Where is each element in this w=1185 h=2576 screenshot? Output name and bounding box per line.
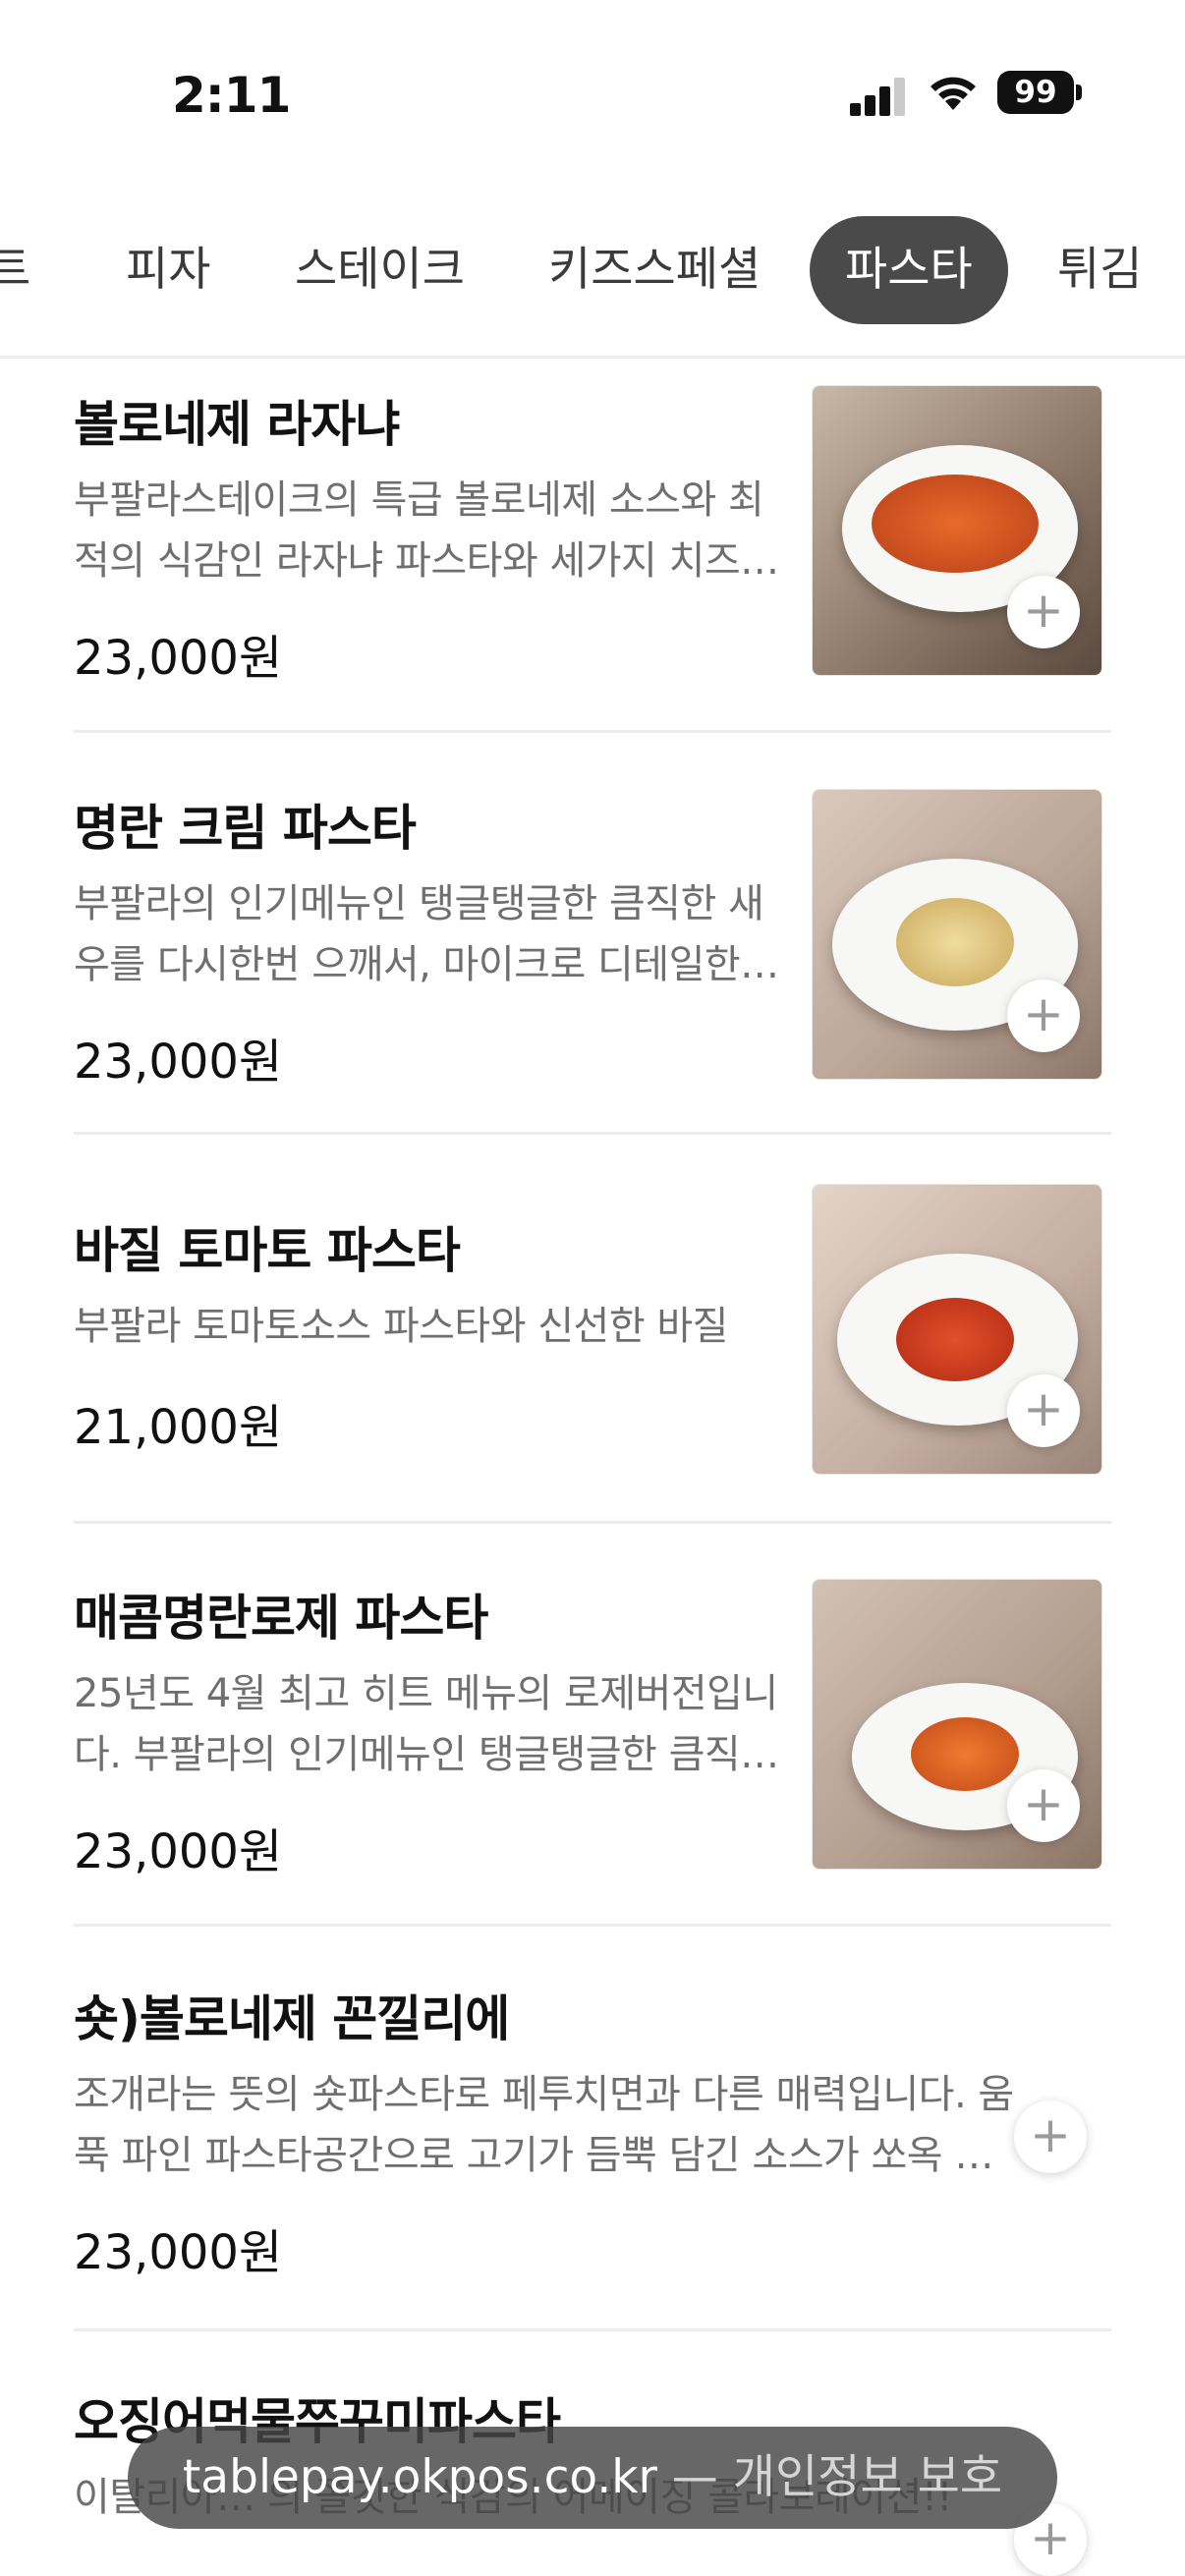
menu-item-photo[interactable]: + [812,789,1102,1080]
menu-item-price: 23,000원 [74,631,283,686]
item-divider [74,1521,1111,1524]
category-tabs: 트 피자 스테이크 키즈스페셜 파스타 튀김 [0,206,1185,334]
tab-pasta[interactable]: 파스타 [810,216,1008,324]
url-domain: tablepay.okpos.co.kr [182,2450,657,2504]
menu-item-photo[interactable]: + [812,1184,1102,1475]
add-to-cart-button[interactable]: + [1014,2100,1087,2173]
menu-item-description: 부팔라 토마토소스 파스타와 신선한 바질 [74,1304,728,1349]
tab-dessert[interactable]: 트 [0,216,30,324]
menu-item-name: 매콤명란로제 파스타 [74,1590,488,1647]
menu-item-name: 명란 크림 파스타 [74,800,417,857]
battery-icon: 99 [997,71,1074,114]
add-to-cart-button[interactable]: + [1007,576,1080,648]
tab-steak[interactable]: 스테이크 [295,216,465,324]
menu-item[interactable]: 바질 토마토 파스타 부팔라 토마토소스 파스타와 신선한 바질 21,000원… [0,1184,1185,1587]
status-bar: 2:11 99 [0,0,1185,187]
cellular-signal-icon [850,75,905,116]
menu-item-price: 21,000원 [74,1400,283,1455]
add-to-cart-button[interactable]: + [1007,980,1080,1052]
clock: 2:11 [172,67,291,124]
tab-kids-special[interactable]: 키즈스페셜 [548,216,761,324]
menu-item-description: 25년도 4월 최고 히트 메뉴의 로제버전입니다. 부팔라의 인기메뉴인 탱글… [74,1671,779,1777]
add-to-cart-button[interactable]: + [1007,1769,1080,1842]
browser-url-bar[interactable]: tablepay.okpos.co.kr — 개인정보 보호 [128,2427,1057,2529]
menu-item-name: 바질 토마토 파스타 [74,1222,461,1279]
menu-item-name: 볼로네제 라자냐 [74,396,400,453]
tab-fried[interactable]: 튀김 [1057,216,1142,324]
menu-item-price: 23,000원 [74,2225,283,2280]
menu-item-description: 부팔라의 인기메뉴인 탱글탱글한 큼직한 새우를 다시한번 으깨서, 마이크로 … [74,881,779,987]
menu-item-name: 숏)볼로네제 꼰낄리에 [74,1990,510,2047]
menu-item-photo[interactable]: + [812,1579,1102,1870]
item-divider [74,1924,1111,1927]
item-divider [74,1132,1111,1135]
privacy-label: — 개인정보 보호 [671,2450,1003,2504]
menu-item[interactable]: 매콤명란로제 파스타 25년도 4월 최고 히트 메뉴의 로제버전입니다. 부팔… [0,1579,1185,1982]
tabs-divider [0,356,1185,359]
item-divider [74,2328,1111,2331]
menu-item[interactable]: 숏)볼로네제 꼰낄리에 조개라는 뜻의 숏파스타로 페투치면과 다른 매력입니다… [0,1980,1185,2382]
battery-tip [1076,84,1082,100]
tab-pizza[interactable]: 피자 [126,216,210,324]
menu-item-price: 23,000원 [74,1035,283,1090]
menu-item-photo[interactable]: + [812,385,1102,676]
menu-item-description: 조개라는 뜻의 숏파스타로 페투치면과 다른 매력입니다. 움푹 파인 파스타공… [74,2072,1014,2178]
menu-item-description: 부팔라스테이크의 특급 볼로네제 소스와 최적의 식감인 라자냐 파스타와 세가… [74,477,779,584]
wifi-icon [931,77,976,110]
menu-item-price: 23,000원 [74,1824,283,1879]
menu-item[interactable]: 볼로네제 라자냐 부팔라스테이크의 특급 볼로네제 소스와 최적의 식감인 라자… [0,385,1185,788]
item-divider [74,730,1111,733]
add-to-cart-button[interactable]: + [1007,1374,1080,1447]
